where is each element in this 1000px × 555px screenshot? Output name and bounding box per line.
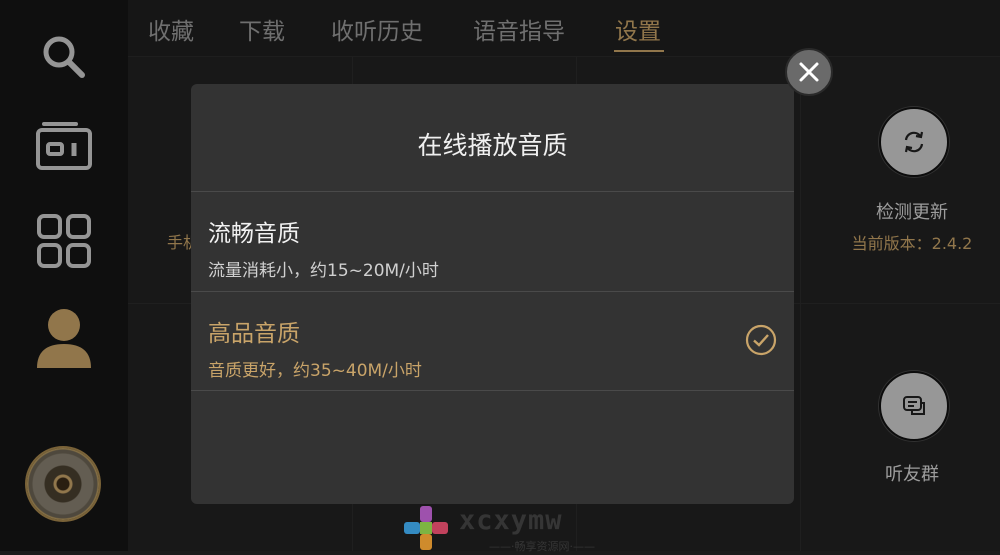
option-smooth-quality[interactable]: 流畅音质 流量消耗小，约15~20M/小时 bbox=[191, 192, 794, 290]
dialog-title: 在线播放音质 bbox=[417, 131, 568, 160]
option-title: 高品音质 bbox=[208, 321, 300, 347]
divider bbox=[191, 390, 794, 391]
close-button[interactable] bbox=[785, 48, 833, 96]
watermark-subtitle: ——·畅享资源网·—— bbox=[489, 540, 595, 553]
watermark-text: xcxymw bbox=[459, 505, 563, 536]
option-title: 流畅音质 bbox=[208, 221, 300, 247]
watermark: xcxymw ——·畅享资源网·—— bbox=[403, 505, 603, 553]
close-icon bbox=[799, 62, 819, 82]
option-description: 音质更好，约35~40M/小时 bbox=[208, 361, 422, 381]
option-high-quality[interactable]: 高品音质 音质更好，约35~40M/小时 bbox=[191, 292, 794, 390]
option-description: 流量消耗小，约15~20M/小时 bbox=[208, 261, 439, 281]
audio-quality-dialog: 在线播放音质 流畅音质 流量消耗小，约15~20M/小时 高品音质 音质更好，约… bbox=[191, 84, 794, 504]
watermark-logo bbox=[404, 506, 448, 550]
checkmark-icon bbox=[745, 324, 777, 356]
